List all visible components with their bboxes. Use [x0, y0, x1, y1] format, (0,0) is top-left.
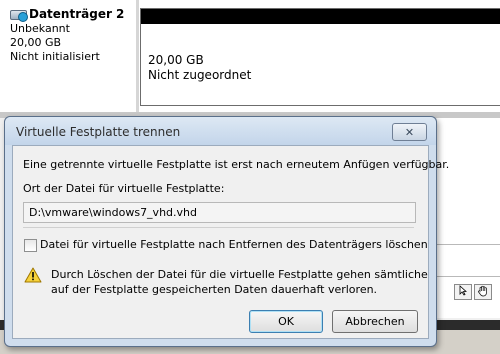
hand-tool-icon[interactable]	[474, 284, 492, 300]
dialog-content: Eine getrennte virtuelle Festplatte ist …	[12, 145, 449, 339]
detach-vhd-dialog: Virtuelle Festplatte trennen ✕ Eine getr…	[4, 116, 449, 347]
warning-line-1: Durch Löschen der Datei für die virtuell…	[51, 268, 428, 281]
path-label: Ort der Datei für virtuelle Festplatte:	[23, 182, 225, 195]
close-icon: ✕	[404, 125, 415, 139]
disk-type: Unbekannt	[10, 22, 70, 35]
dialog-title: Virtuelle Festplatte trennen	[16, 125, 181, 139]
close-button[interactable]: ✕	[392, 123, 427, 141]
info-text: Eine getrennte virtuelle Festplatte ist …	[23, 158, 450, 171]
divider	[437, 276, 500, 277]
dialog-titlebar[interactable]: Virtuelle Festplatte trennen ✕	[5, 117, 436, 145]
virtual-disk-icon	[10, 8, 28, 22]
delete-file-label[interactable]: Datei für virtuelle Festplatte nach Entf…	[40, 238, 428, 251]
disk-info[interactable]: Datenträger 2 Unbekannt 20,00 GB Nicht i…	[10, 8, 136, 108]
partition-header-bar	[141, 9, 500, 24]
delete-file-checkbox[interactable]	[24, 239, 37, 252]
disk-size: 20,00 GB	[10, 36, 62, 49]
warning-line-2: auf der Festplatte gespeicherten Daten d…	[51, 283, 378, 296]
toolbar	[454, 284, 492, 300]
disk-status: Nicht initialisiert	[10, 50, 100, 63]
ok-button[interactable]: OK	[249, 310, 323, 333]
divider	[136, 0, 139, 118]
warning-icon	[24, 267, 42, 283]
partition-size: 20,00 GB	[148, 53, 204, 67]
partition-status: Nicht zugeordnet	[148, 68, 252, 82]
separator	[23, 227, 414, 228]
disk-panel: Datenträger 2 Unbekannt 20,00 GB Nicht i…	[0, 0, 500, 118]
path-value: D:\vmware\windows7_vhd.vhd	[29, 206, 197, 219]
pointer-tool-icon[interactable]	[454, 284, 472, 300]
path-field[interactable]: D:\vmware\windows7_vhd.vhd	[23, 202, 416, 223]
cancel-button[interactable]: Abbrechen	[332, 310, 418, 333]
partition-block[interactable]: 20,00 GB Nicht zugeordnet	[140, 8, 500, 106]
disk-name: Datenträger 2	[29, 7, 125, 21]
divider	[437, 244, 500, 245]
